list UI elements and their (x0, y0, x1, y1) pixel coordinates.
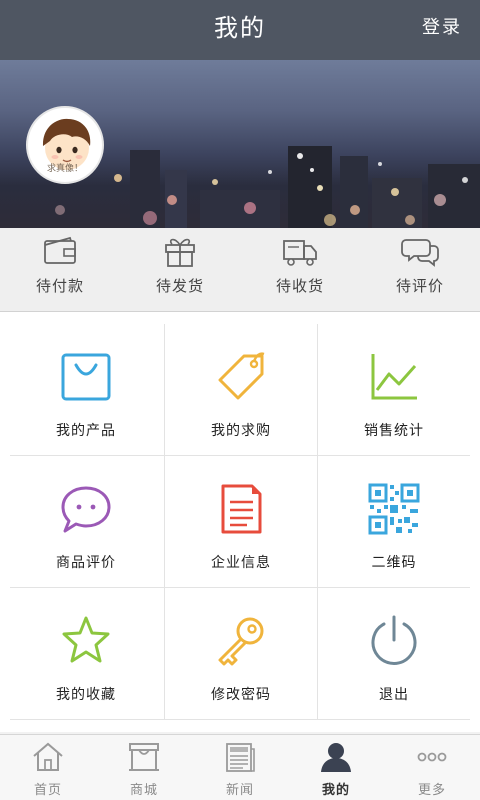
menu-my-favorites[interactable]: 我的收藏 (6, 588, 166, 720)
store-icon (129, 743, 159, 771)
menu-sales-statistics[interactable]: 销售统计 (314, 324, 474, 456)
menu-label: 修改密码 (211, 687, 271, 703)
app-root: 我的 登录 求真像！ 待付款 待发货 待收货 待评价 我的产品 我的求购 销售统… (0, 0, 480, 800)
tab-label: 我的 (321, 783, 350, 798)
tab-more[interactable]: 更多 (384, 735, 480, 800)
menu-my-products[interactable]: 我的产品 (6, 324, 166, 456)
key-icon (218, 617, 264, 666)
order-pending-review[interactable]: 待评价 (360, 228, 480, 311)
star-icon (62, 616, 110, 663)
avatar[interactable]: 求真像！ (26, 106, 104, 184)
wallet-icon (44, 236, 76, 264)
order-pending-shipment[interactable]: 待发货 (120, 228, 240, 311)
user-icon (321, 743, 351, 772)
order-label: 待发货 (155, 277, 204, 295)
menu-company-info[interactable]: 企业信息 (161, 456, 321, 588)
qr-code-icon (368, 483, 420, 535)
top-nav-bar: 我的 登录 (0, 0, 480, 60)
menu-label: 我的求购 (211, 423, 271, 439)
truck-icon (283, 240, 317, 266)
tab-mine[interactable]: 我的 (288, 735, 384, 800)
menu-my-purchase-requests[interactable]: 我的求购 (161, 324, 321, 456)
shopping-bag-icon (61, 353, 111, 401)
order-label: 待评价 (395, 277, 444, 295)
avatar-caption: 求真像！ (46, 164, 83, 174)
menu-logout[interactable]: 退出 (314, 588, 474, 720)
menu-label: 我的产品 (56, 423, 116, 439)
tab-home[interactable]: 首页 (0, 735, 96, 800)
tab-label: 首页 (33, 783, 62, 798)
order-label: 待收货 (275, 277, 324, 295)
chat-bubbles-icon (401, 239, 439, 267)
bottom-tab-bar: 首页 商城 新闻 我的 更多 (0, 734, 480, 800)
menu-change-password[interactable]: 修改密码 (161, 588, 321, 720)
gift-icon (165, 238, 195, 267)
order-status-bar: 待付款 待发货 待收货 待评价 (0, 228, 480, 312)
profile-banner: 求真像！ (0, 60, 480, 228)
order-pending-payment[interactable]: 待付款 (0, 228, 120, 311)
menu-label: 企业信息 (211, 555, 271, 571)
menu-label: 二维码 (371, 555, 417, 571)
more-icon (417, 752, 447, 762)
menu-label: 我的收藏 (56, 687, 116, 703)
power-icon (371, 615, 417, 665)
menu-qr-code[interactable]: 二维码 (314, 456, 474, 588)
page-title: 我的 (214, 14, 266, 42)
order-pending-receipt[interactable]: 待收货 (240, 228, 360, 311)
function-grid: 我的产品 我的求购 销售统计 商品评价 企业信息 二维码 我的收藏 修改密码 退… (0, 312, 480, 732)
login-button[interactable]: 登录 (422, 0, 462, 60)
tab-label: 更多 (417, 783, 446, 798)
tab-label: 新闻 (225, 783, 254, 798)
tab-news[interactable]: 新闻 (192, 735, 288, 800)
tab-mall[interactable]: 商城 (96, 735, 192, 800)
news-icon (226, 743, 255, 772)
tab-label: 商城 (129, 783, 158, 798)
speech-bubble-icon (61, 486, 111, 533)
document-icon (221, 484, 262, 534)
line-chart-icon (371, 354, 417, 400)
order-label: 待付款 (35, 277, 84, 295)
home-icon (33, 742, 63, 771)
menu-product-reviews[interactable]: 商品评价 (6, 456, 166, 588)
menu-label: 销售统计 (364, 423, 424, 439)
menu-label: 商品评价 (56, 555, 116, 571)
price-tag-icon (218, 352, 265, 400)
menu-label: 退出 (379, 687, 409, 703)
